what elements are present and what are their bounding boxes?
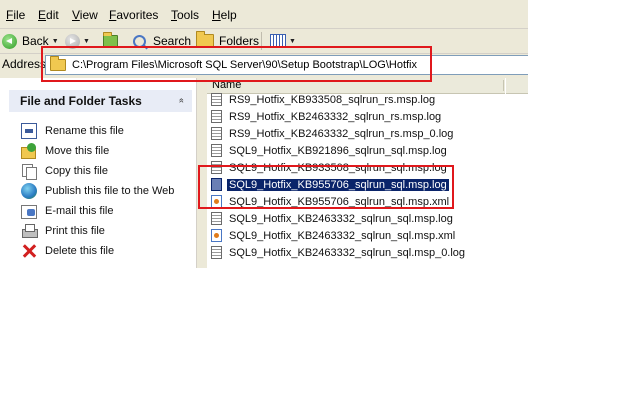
menu-help[interactable]: Help [212, 8, 237, 22]
file-row[interactable]: RS9_Hotfix_KB933508_sqlrun_rs.msp.log [211, 91, 511, 108]
back-arrow-icon [2, 33, 17, 49]
task-delete[interactable]: Delete this file [21, 241, 191, 261]
file-row[interactable]: SQL9_Hotfix_KB2463332_sqlrun_sql.msp.log [211, 210, 511, 227]
menu-favorites[interactable]: Favorites [109, 8, 158, 22]
task-list: Rename this file Move this file Copy thi… [21, 121, 191, 261]
log-file-icon [211, 212, 222, 225]
task-copy[interactable]: Copy this file [21, 161, 191, 181]
task-move[interactable]: Move this file [21, 141, 191, 161]
column-separator[interactable] [503, 80, 504, 91]
rename-icon [21, 123, 37, 139]
delete-icon [21, 243, 37, 259]
menu-view[interactable]: View [72, 8, 98, 22]
task-pane: File and Folder Tasks « Rename this file… [0, 78, 197, 268]
collapse-chevron-icon[interactable]: « [175, 95, 187, 106]
file-name: SQL9_Hotfix_KB2463332_sqlrun_sql.msp.xml [229, 229, 456, 242]
file-row[interactable]: SQL9_Hotfix_KB2463332_sqlrun_sql.msp_0.l… [211, 244, 511, 261]
task-label: Delete this file [45, 245, 115, 257]
file-name: RS9_Hotfix_KB2463332_sqlrun_rs.msp.log [229, 110, 442, 123]
file-row[interactable]: SQL9_Hotfix_KB2463332_sqlrun_sql.msp.xml [211, 227, 511, 244]
file-row[interactable]: RS9_Hotfix_KB2463332_sqlrun_rs.msp.log [211, 108, 511, 125]
files-highlight-box [198, 165, 454, 209]
file-name: RS9_Hotfix_KB2463332_sqlrun_rs.msp_0.log [229, 127, 454, 140]
task-label: Move this file [45, 145, 110, 157]
file-name: SQL9_Hotfix_KB2463332_sqlrun_sql.msp.log [229, 212, 453, 225]
forward-dropdown-icon[interactable]: ▼ [83, 38, 90, 45]
task-print[interactable]: Print this file [21, 221, 191, 241]
log-file-icon [211, 110, 222, 123]
address-highlight-box [41, 46, 432, 82]
log-file-icon [211, 246, 222, 259]
task-label: E-mail this file [45, 205, 114, 217]
views-dropdown-icon[interactable]: ▼ [289, 38, 296, 45]
explorer-window: File Edit View Favorites Tools Help Back… [0, 0, 528, 268]
xml-file-icon [211, 229, 222, 242]
file-row[interactable]: SQL9_Hotfix_KB921896_sqlrun_sql.msp.log [211, 142, 511, 159]
task-label: Copy this file [45, 165, 108, 177]
menu-edit[interactable]: Edit [38, 8, 59, 22]
copy-icon [21, 163, 37, 180]
file-row[interactable]: RS9_Hotfix_KB2463332_sqlrun_rs.msp_0.log [211, 125, 511, 142]
log-file-icon [211, 93, 222, 106]
file-folder-tasks-panel: File and Folder Tasks « Rename this file… [9, 90, 192, 268]
log-file-icon [211, 127, 222, 140]
back-dropdown-icon[interactable]: ▼ [52, 38, 59, 45]
print-icon [21, 223, 38, 239]
task-label: Print this file [45, 225, 105, 237]
task-panel-title: File and Folder Tasks [20, 94, 142, 108]
email-icon [21, 203, 37, 219]
task-label: Rename this file [45, 125, 124, 137]
task-publish[interactable]: Publish this file to the Web [21, 181, 191, 201]
task-email[interactable]: E-mail this file [21, 201, 191, 221]
task-label: Publish this file to the Web [45, 185, 175, 197]
move-icon [21, 143, 37, 159]
publish-web-icon [21, 183, 37, 199]
file-name: SQL9_Hotfix_KB921896_sqlrun_sql.msp.log [229, 144, 447, 157]
file-name: RS9_Hotfix_KB933508_sqlrun_rs.msp.log [229, 93, 436, 106]
menu-file[interactable]: File [6, 8, 25, 22]
file-name: SQL9_Hotfix_KB2463332_sqlrun_sql.msp_0.l… [229, 246, 466, 259]
menu-tools[interactable]: Tools [171, 8, 199, 22]
task-panel-header[interactable]: File and Folder Tasks « [9, 90, 192, 112]
task-rename[interactable]: Rename this file [21, 121, 191, 141]
address-label: Address [2, 57, 47, 71]
log-file-icon [211, 144, 222, 157]
menu-bar: File Edit View Favorites Tools Help [0, 0, 528, 29]
